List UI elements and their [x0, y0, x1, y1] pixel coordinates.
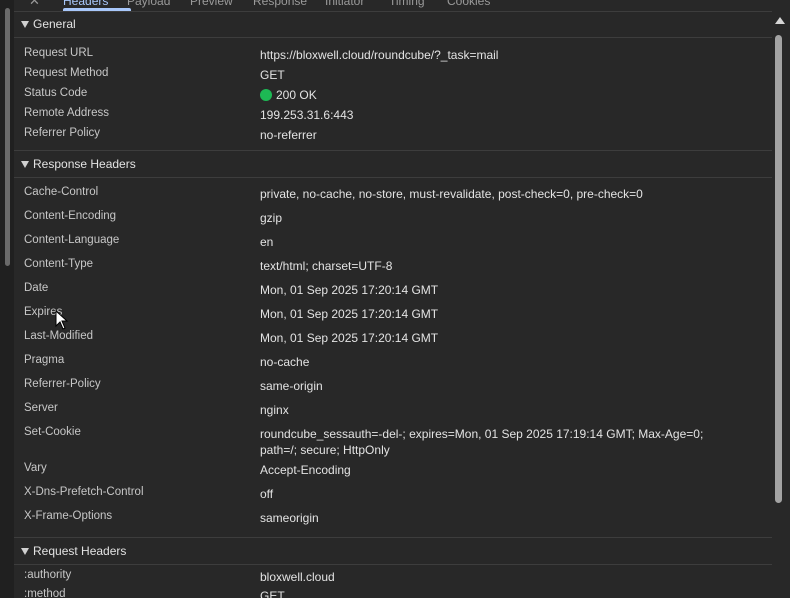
header-key: :authority	[24, 569, 72, 581]
header-value[interactable]: GET	[260, 67, 740, 83]
header-key: Request URL	[24, 47, 94, 59]
header-key: X-Dns-Prefetch-Control	[24, 486, 144, 498]
section-title: General	[33, 17, 76, 31]
right-scrollbar-thumb[interactable]	[775, 35, 782, 503]
header-value[interactable]: GET	[260, 588, 740, 598]
header-value[interactable]: same-origin	[260, 378, 740, 394]
tab-headers[interactable]: Headers	[63, 0, 108, 8]
header-key: X-Frame-Options	[24, 510, 113, 522]
header-value-status[interactable]: 200 OK	[260, 87, 740, 103]
header-value[interactable]: Mon, 01 Sep 2025 17:20:14 GMT	[260, 282, 740, 298]
section-title: Request Headers	[33, 544, 127, 558]
disclosure-triangle-icon	[21, 547, 29, 555]
left-scrollbar[interactable]	[0, 0, 14, 598]
header-key: Referrer-Policy	[24, 378, 101, 390]
tab-payload[interactable]: Payload	[127, 0, 170, 8]
header-key: Server	[24, 402, 58, 414]
tab-timing[interactable]: Timing	[389, 0, 425, 8]
tab-preview[interactable]: Preview	[190, 0, 233, 8]
header-key: Cache-Control	[24, 186, 99, 198]
section-title: Response Headers	[33, 157, 136, 171]
header-value[interactable]: en	[260, 234, 740, 250]
header-value-multiline[interactable]: roundcube_sessauth=-del-; expires=Mon, 0…	[260, 426, 740, 458]
header-value[interactable]: no-referrer	[260, 127, 740, 143]
header-value[interactable]: bloxwell.cloud	[260, 569, 740, 585]
header-key: Remote Address	[24, 107, 110, 119]
section-general-header[interactable]: General	[14, 11, 772, 38]
section-request-headers-header[interactable]: Request Headers	[14, 538, 772, 565]
scroll-up-arrow-icon[interactable]	[775, 17, 785, 24]
headers-content: General Request URL https://bloxwell.clo…	[14, 11, 772, 598]
right-scrollbar[interactable]	[772, 11, 790, 598]
header-key: Last-Modified	[24, 330, 94, 342]
left-scrollbar-thumb[interactable]	[5, 8, 10, 266]
header-key: Content-Encoding	[24, 210, 117, 222]
tab-response[interactable]: Response	[253, 0, 307, 8]
header-value[interactable]: Accept-Encoding	[260, 462, 740, 478]
disclosure-triangle-icon	[21, 20, 29, 28]
devtools-headers-panel: ✕ Headers Payload Preview Response Initi…	[0, 0, 790, 598]
mouse-cursor-icon	[55, 310, 69, 330]
header-value[interactable]: https://bloxwell.cloud/roundcube/?_task=…	[260, 47, 740, 63]
status-dot-icon	[260, 89, 272, 101]
header-key: Request Method	[24, 67, 109, 79]
header-key: Referrer Policy	[24, 127, 101, 139]
status-text: 200 OK	[276, 88, 317, 102]
header-value[interactable]: gzip	[260, 210, 740, 226]
header-value[interactable]: off	[260, 486, 740, 502]
header-value-line: path=/; secure; HttpOnly	[260, 443, 390, 457]
header-value[interactable]: sameorigin	[260, 510, 740, 526]
header-value[interactable]: Mon, 01 Sep 2025 17:20:14 GMT	[260, 306, 740, 322]
header-key: Vary	[24, 462, 47, 474]
header-value[interactable]: Mon, 01 Sep 2025 17:20:14 GMT	[260, 330, 740, 346]
header-key: Set-Cookie	[24, 426, 81, 438]
section-response-headers-header[interactable]: Response Headers	[14, 151, 772, 178]
header-key: Status Code	[24, 87, 88, 99]
tab-initiator[interactable]: Initiator	[325, 0, 364, 8]
tab-cookies[interactable]: Cookies	[447, 0, 490, 8]
header-key: Content-Language	[24, 234, 120, 246]
header-key: Pragma	[24, 354, 65, 366]
disclosure-triangle-icon	[21, 160, 29, 168]
header-value-line: roundcube_sessauth=-del-; expires=Mon, 0…	[260, 427, 704, 441]
header-key: Date	[24, 282, 49, 294]
header-value[interactable]: private, no-cache, no-store, must-revali…	[260, 186, 740, 202]
close-icon[interactable]: ✕	[29, 0, 40, 9]
header-value[interactable]: text/html; charset=UTF-8	[260, 258, 740, 274]
header-key: Content-Type	[24, 258, 94, 270]
header-value[interactable]: no-cache	[260, 354, 740, 370]
header-value[interactable]: nginx	[260, 402, 740, 418]
header-value[interactable]: 199.253.31.6:443	[260, 107, 740, 123]
header-key: :method	[24, 588, 66, 598]
